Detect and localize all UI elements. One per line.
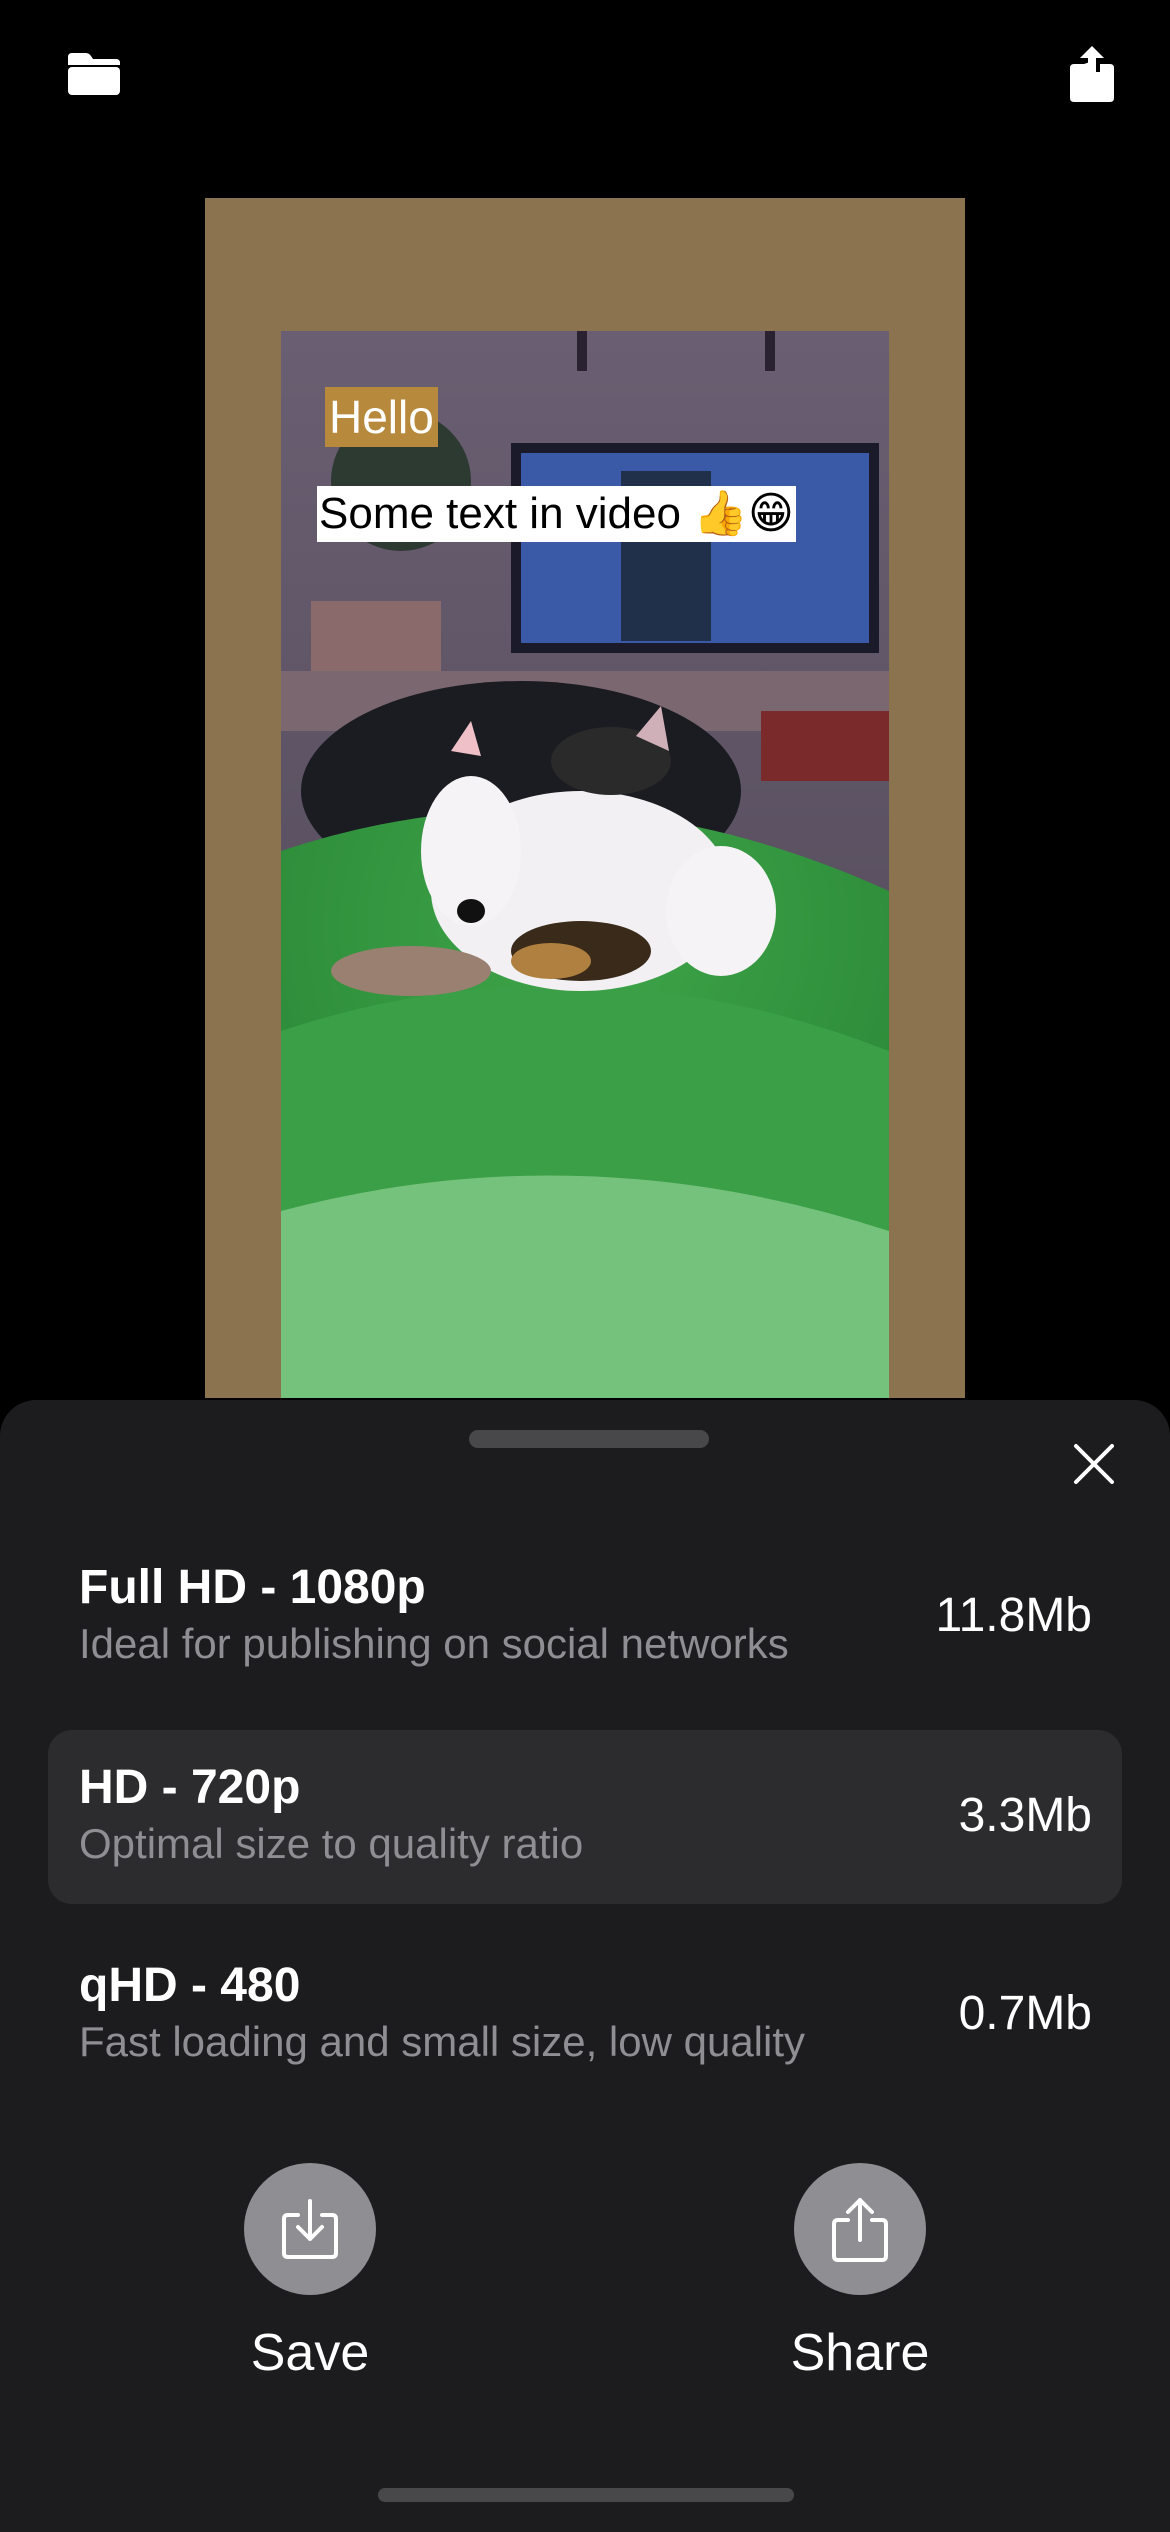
quality-option-480[interactable]: qHD - 480 Fast loading and small size, l… bbox=[48, 1928, 1122, 2102]
share-up-icon bbox=[1070, 46, 1114, 102]
folder-button[interactable] bbox=[58, 38, 130, 110]
share-label: Share bbox=[790, 2324, 930, 2382]
sheet-grabber[interactable] bbox=[469, 1430, 709, 1448]
quality-file-size: 0.7Mb bbox=[958, 1987, 1092, 2040]
save-button[interactable]: Save bbox=[210, 2163, 410, 2403]
close-icon bbox=[1074, 1444, 1114, 1484]
video-preview[interactable]: Hello Some text in video 👍😁 bbox=[281, 331, 889, 1398]
save-circle[interactable] bbox=[244, 2163, 376, 2295]
text-overlay-caption[interactable]: Some text in video 👍😁 bbox=[317, 486, 796, 542]
video-canvas: Hello Some text in video 👍😁 bbox=[205, 198, 965, 1398]
save-label: Save bbox=[250, 2324, 370, 2382]
text-overlay-hello[interactable]: Hello bbox=[325, 387, 438, 447]
quality-file-size: 11.8Mb bbox=[935, 1589, 1092, 1642]
download-icon bbox=[282, 2199, 338, 2259]
quality-subtitle: Fast loading and small size, low quality bbox=[79, 2018, 806, 2065]
home-indicator[interactable] bbox=[378, 2488, 794, 2502]
quality-option-720p[interactable]: HD - 720p Optimal size to quality ratio … bbox=[48, 1730, 1122, 1904]
quality-title: Full HD - 1080p bbox=[79, 1561, 426, 1614]
quality-subtitle: Ideal for publishing on social networks bbox=[79, 1620, 789, 1667]
quality-subtitle: Optimal size to quality ratio bbox=[79, 1820, 584, 1867]
share-button[interactable]: Share bbox=[760, 2163, 960, 2403]
share-icon bbox=[832, 2198, 888, 2262]
quality-file-size: 3.3Mb bbox=[958, 1789, 1092, 1842]
quality-option-1080p[interactable]: Full HD - 1080p Ideal for publishing on … bbox=[48, 1530, 1122, 1704]
export-button[interactable] bbox=[1056, 38, 1128, 110]
export-quality-sheet: Full HD - 1080p Ideal for publishing on … bbox=[0, 1400, 1170, 2532]
quality-title: qHD - 480 bbox=[79, 1959, 301, 2012]
close-button[interactable] bbox=[1058, 1428, 1130, 1500]
share-circle[interactable] bbox=[794, 2163, 926, 2295]
folder-icon bbox=[68, 53, 120, 95]
quality-title: HD - 720p bbox=[79, 1761, 301, 1814]
